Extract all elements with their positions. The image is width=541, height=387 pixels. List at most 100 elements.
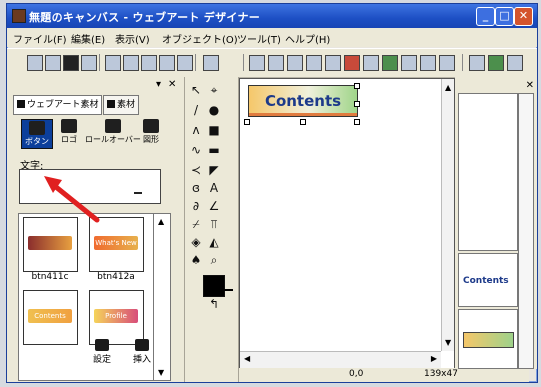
scroll-right-icon[interactable]: ▶	[431, 354, 437, 363]
preview-scrollbar[interactable]	[518, 93, 534, 369]
rectangle-icon[interactable]: ■	[207, 123, 221, 137]
align-bottom-icon[interactable]	[325, 55, 341, 71]
align-left-icon[interactable]	[249, 55, 265, 71]
group-icon[interactable]	[382, 55, 398, 71]
canvas-button-object[interactable]: Contents	[248, 85, 358, 117]
line-icon[interactable]: /	[189, 103, 203, 117]
minimize-button[interactable]: _	[476, 7, 495, 26]
delete-icon[interactable]	[159, 55, 175, 71]
pointer-icon[interactable]: ↖	[189, 83, 203, 97]
canvas-vertical-scrollbar[interactable]: ▲ ▼	[441, 79, 454, 351]
align-top-icon[interactable]	[306, 55, 322, 71]
tab-web-art-materials[interactable]: ウェブアート素材	[13, 95, 103, 115]
gradient-icon[interactable]: ◭	[207, 235, 221, 249]
new-icon[interactable]	[27, 55, 43, 71]
insert-label: 挿入	[133, 355, 152, 365]
save-icon[interactable]	[63, 55, 79, 71]
cut-icon[interactable]	[105, 55, 121, 71]
canvas[interactable]: Contents ▲ ▼ ◀ ▶	[239, 78, 455, 370]
canvas-size-icon[interactable]	[439, 55, 455, 71]
rounded-rect-icon[interactable]: ▬	[207, 143, 221, 157]
polygon-icon[interactable]: ◤	[207, 163, 221, 177]
menu-object[interactable]: オブジェクト(O)	[162, 31, 238, 46]
hand-icon[interactable]: ♠	[189, 253, 203, 267]
export-icon[interactable]	[469, 55, 485, 71]
preview-slot[interactable]	[458, 309, 518, 369]
settings-button[interactable]: 設定	[93, 339, 111, 365]
scroll-up-icon[interactable]: ▲	[158, 217, 164, 226]
canvas-horizontal-scrollbar[interactable]: ◀ ▶	[240, 351, 441, 368]
undo-icon[interactable]	[203, 55, 219, 71]
select-icon[interactable]	[177, 55, 193, 71]
layer-up-icon[interactable]	[344, 55, 360, 71]
eyedropper-icon[interactable]: ⫪	[207, 217, 221, 231]
menu-file[interactable]: ファイル(F)	[13, 31, 67, 46]
thumbnail-item[interactable]: What's New	[89, 217, 144, 272]
tool-label: 図形	[143, 135, 159, 144]
material-panel: ▾ ✕ ウェブアート素材 素材 ボタン ロゴ ロールオーバー 図形 文字: bt…	[7, 77, 185, 382]
thumbnail-scrollbar[interactable]: ▲ ▼	[153, 213, 171, 381]
image-icon[interactable]	[507, 55, 523, 71]
selection-handle[interactable]	[354, 101, 360, 107]
insert-button[interactable]: 挿入	[133, 339, 151, 365]
node-select-icon[interactable]: ⌖	[207, 83, 221, 97]
panel-close-icon[interactable]: ✕	[526, 80, 534, 91]
selection-handle[interactable]	[300, 119, 306, 125]
freehand-icon[interactable]: ≺	[189, 163, 203, 177]
tab-materials[interactable]: 素材	[103, 95, 140, 115]
menu-edit[interactable]: 編集(E)	[71, 31, 105, 46]
scroll-left-icon[interactable]: ◀	[244, 354, 250, 363]
preview-panel: ✕ Contents	[455, 77, 537, 369]
thumbnail-item[interactable]: Profile	[89, 290, 144, 345]
menu-help[interactable]: ヘルプ(H)	[285, 31, 330, 46]
knife-icon[interactable]: ∠	[207, 199, 221, 213]
scroll-down-icon[interactable]: ▼	[445, 338, 451, 347]
open-icon[interactable]	[45, 55, 61, 71]
tool-logo[interactable]: ロゴ	[61, 119, 77, 145]
thumbnail-item[interactable]	[23, 217, 78, 272]
pen-icon[interactable]: ɞ	[189, 181, 203, 195]
color-swatch[interactable]	[203, 275, 225, 297]
scroll-down-icon[interactable]: ▼	[158, 368, 164, 377]
window-title: 無題のキャンバス - ウェブアート デザイナー	[29, 11, 261, 24]
ungroup-icon[interactable]	[401, 55, 417, 71]
panel-menu-arrow-icon[interactable]: ▾	[156, 79, 161, 90]
thumbnail-item[interactable]: Contents	[23, 290, 78, 345]
text-input[interactable]	[19, 169, 161, 204]
close-button[interactable]: ✕	[514, 7, 533, 26]
fill-icon[interactable]: ◈	[189, 235, 203, 249]
selection-handle[interactable]	[244, 119, 250, 125]
web-icon[interactable]	[488, 55, 504, 71]
print-icon[interactable]	[81, 55, 97, 71]
menu-view[interactable]: 表示(V)	[115, 31, 150, 46]
align-right-icon[interactable]	[287, 55, 303, 71]
tool-shape[interactable]: 図形	[143, 119, 159, 145]
layer-down-icon[interactable]	[363, 55, 379, 71]
preview-slot-contents[interactable]: Contents	[458, 253, 518, 307]
brush-icon[interactable]: ∂	[189, 199, 203, 213]
align-center-icon[interactable]	[268, 55, 284, 71]
zoom-icon[interactable]: ⌕	[207, 253, 221, 267]
selection-handle[interactable]	[354, 83, 360, 89]
drawing-tools-panel: ↖ ⌖ / ● ʌ ■ ∿ ▬ ≺ ◤ ɞ A ∂ ∠ ⌿ ⫪ ◈ ◭ ♠ ⌕ …	[185, 77, 239, 382]
copy-icon[interactable]	[123, 55, 139, 71]
frame-icon[interactable]	[420, 55, 436, 71]
swap-colors-icon[interactable]: ↰	[207, 297, 221, 311]
polyline-icon[interactable]: ʌ	[189, 123, 203, 137]
panel-close-icon[interactable]: ✕	[168, 79, 176, 90]
curve-icon[interactable]: ∿	[189, 143, 203, 157]
pencil-icon[interactable]: ⌿	[189, 217, 203, 231]
tool-button[interactable]: ボタン	[21, 119, 53, 149]
maximize-button[interactable]: □	[495, 7, 514, 26]
button-tool-icon	[29, 121, 45, 135]
text-tool-icon[interactable]: A	[207, 181, 221, 195]
menu-tools[interactable]: ツール(T)	[237, 31, 281, 46]
paste-icon[interactable]	[141, 55, 157, 71]
preview-slot[interactable]	[458, 93, 518, 251]
selection-handle[interactable]	[354, 119, 360, 125]
title-bar[interactable]: 無題のキャンバス - ウェブアート デザイナー _ □ ✕	[7, 4, 537, 28]
scroll-up-icon[interactable]: ▲	[445, 83, 451, 92]
tool-rollover[interactable]: ロールオーバー	[85, 119, 141, 145]
status-bar: 0,0 139x47	[239, 368, 529, 382]
ellipse-icon[interactable]: ●	[207, 103, 221, 117]
